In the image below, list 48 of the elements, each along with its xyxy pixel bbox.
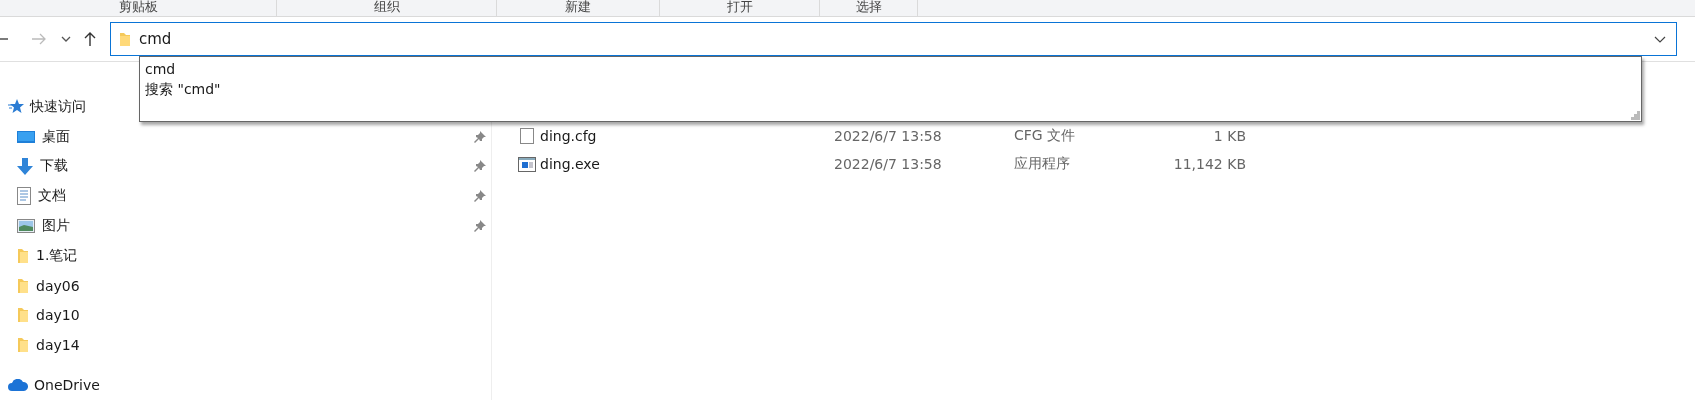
suggestion-item[interactable]: cmd — [145, 59, 1636, 79]
sidebar-item[interactable]: 图片 — [42, 217, 70, 236]
document-icon — [17, 187, 31, 206]
file-type: CFG 文件 — [1014, 127, 1077, 145]
file-type: 应用程序 — [1014, 155, 1071, 173]
pin-icon[interactable] — [474, 190, 486, 203]
sidebar-item[interactable]: 桌面 — [42, 127, 70, 146]
folder-icon — [17, 307, 29, 324]
folder-icon — [17, 337, 29, 354]
file-size: 11,142 KB — [1172, 156, 1246, 172]
pin-icon[interactable] — [474, 160, 486, 173]
cloud-icon — [8, 379, 28, 392]
file-icon — [518, 128, 536, 144]
sidebar-item[interactable]: 快速访问 — [30, 97, 86, 116]
chevron-down-icon[interactable] — [61, 36, 71, 42]
download-arrow-icon — [17, 158, 33, 175]
sidebar-item[interactable]: OneDrive — [34, 377, 100, 394]
chevron-down-icon[interactable] — [1654, 35, 1666, 43]
ribbon-group-label: 选择 — [855, 0, 882, 14]
application-icon — [518, 156, 536, 172]
sidebar-item[interactable]: 下载 — [40, 157, 68, 176]
desktop-icon — [17, 129, 35, 144]
sidebar-item[interactable]: day14 — [36, 337, 80, 354]
suggestion-item[interactable]: 搜索 "cmd" — [145, 79, 1636, 99]
resize-grip-icon[interactable] — [1631, 111, 1640, 120]
file-date: 2022/6/7 13:58 — [834, 156, 943, 172]
picture-icon — [17, 219, 35, 234]
sidebar-item[interactable]: day10 — [36, 307, 80, 324]
ribbon-group-label: 打开 — [726, 0, 753, 14]
folder-icon — [17, 277, 29, 294]
sidebar-item[interactable]: day06 — [36, 277, 80, 294]
file-name[interactable]: ding.exe — [540, 156, 834, 172]
ribbon-group-label: 组织 — [373, 0, 400, 14]
star-icon — [8, 99, 24, 115]
ribbon-group-label: 剪贴板 — [118, 0, 158, 14]
file-date: 2022/6/7 13:58 — [834, 128, 943, 144]
up-arrow-icon[interactable] — [83, 31, 97, 47]
pin-icon[interactable] — [474, 130, 486, 143]
ribbon-group-label: 新建 — [565, 0, 591, 14]
folder-icon — [119, 31, 131, 47]
sidebar-item[interactable]: 文档 — [38, 187, 66, 206]
sidebar-item[interactable]: 1.笔记 — [36, 246, 78, 265]
file-name[interactable]: ding.cfg — [540, 128, 834, 144]
folder-icon — [17, 247, 29, 264]
address-bar[interactable]: cmd — [110, 22, 1677, 56]
pin-icon[interactable] — [474, 220, 486, 233]
file-size: 1 KB — [1212, 128, 1246, 144]
address-text: cmd — [139, 30, 172, 48]
